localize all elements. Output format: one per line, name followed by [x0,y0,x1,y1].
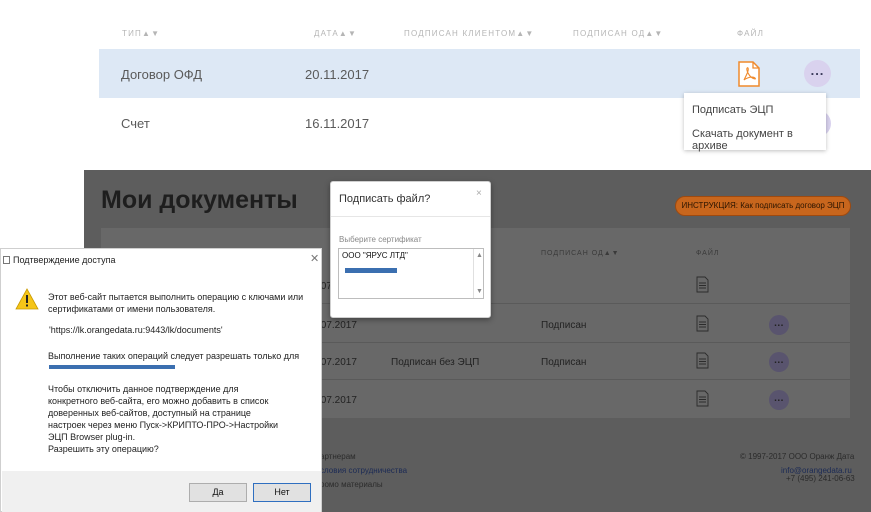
scroll-up-icon[interactable]: ▲ [476,252,483,259]
certificate-list[interactable]: ООО "ЯРУС ЛТД" ▲ ▼ [338,248,484,299]
row-signed-od: Подписан [541,320,587,331]
header-file: ФАЙЛ [696,250,720,257]
more-actions-button[interactable]: ... [804,60,831,87]
header-signed-od[interactable]: ПОДПИСАН ОД▲▼ [573,29,664,38]
row-type: Счет [121,116,150,131]
footer-copyright: © 1997-2017 ООО Оранж Дата [740,452,855,461]
close-icon[interactable]: × [476,188,482,199]
dialog-message: Этот веб-сайт пытается выполнить операци… [48,292,304,314]
dialog-title: Подтверждение доступа [13,255,116,265]
footer-terms-link[interactable]: словия сотрудничества [320,466,407,475]
certificate-label: Выберите сертификат [339,235,422,244]
dialog-question: Разрешить эту операцию? [48,444,159,454]
header-date[interactable]: ДАТА▲▼ [314,29,357,38]
header-signed-od[interactable]: ПОДПИСАН ОД▲▼ [541,250,620,257]
scroll-down-icon[interactable]: ▼ [476,288,483,295]
page-title: Мои документы [101,186,298,214]
dialog-title: Подписать файл? [339,193,431,205]
header-signed-client[interactable]: ПОДПИСАН КЛИЕНТОМ▲▼ [404,29,534,38]
footer-promo[interactable]: ромо материалы [320,480,383,489]
row-date: 16.11.2017 [305,116,370,131]
header-type[interactable]: ТИП▲▼ [122,29,160,38]
row-date: .07.2017 [318,395,357,406]
header-file: ФАЙЛ [737,29,765,38]
document-icon[interactable] [696,390,709,407]
menu-item-sign[interactable]: Подписать ЭЦП [692,104,773,116]
more-actions-button[interactable]: ... [769,352,789,372]
more-actions-button[interactable]: ... [769,315,789,335]
selected-highlight [345,268,397,273]
warning-icon [15,288,39,310]
actions-menu: Подписать ЭЦП Скачать документ в архиве [684,93,826,152]
instruction-button[interactable]: ИНСТРУКЦИЯ: Как подписать договор ЭЦП [675,196,851,216]
footer-partners[interactable]: артнерам [320,452,356,461]
dialog-header: Подписать файл? × [331,182,490,217]
no-button[interactable]: Нет [253,483,311,502]
site-url: 'https://lk.orangedata.ru:9443/lk/docume… [49,325,223,335]
dialog-message: Выполнение таких операций следует разреш… [48,351,300,361]
more-label: ... [810,63,825,78]
menu-item-download[interactable]: Скачать документ в архиве [692,128,826,152]
document-icon[interactable] [696,315,709,332]
documents-table-top: ТИП▲▼ ДАТА▲▼ ПОДПИСАН КЛИЕНТОМ▲▼ ПОДПИСА… [0,0,871,152]
document-icon[interactable] [696,276,709,293]
list-scrollbar[interactable]: ▲ ▼ [473,249,484,298]
row-date: 20.11.2017 [305,67,370,82]
access-confirmation-dialog: Подтверждение доступа ✕ Этот веб-сайт пы… [0,248,322,512]
redaction-bar [49,365,175,369]
row-signed-client: Подписан без ЭЦП [391,357,480,368]
certificate-option[interactable]: ООО "ЯРУС ЛТД" [342,251,408,260]
yes-button[interactable]: Да [189,483,247,502]
row-date: .07.2017 [318,320,357,331]
row-type: Договор ОФД [121,67,203,82]
pdf-file-icon[interactable] [738,61,760,87]
window-icon [3,256,10,264]
dialog-message: Чтобы отключить данное подтверждение для… [48,384,279,442]
row-signed-od: Подписан [541,357,587,368]
sign-file-dialog: Подписать файл? × Выберите сертификат ОО… [330,181,491,318]
row-date: .07.2017 [318,357,357,368]
row-divider [318,342,850,343]
row-divider [318,379,850,380]
footer-phone: +7 (495) 241-06-63 [786,474,855,483]
close-icon[interactable]: ✕ [310,252,319,265]
document-icon[interactable] [696,352,709,369]
more-actions-button[interactable]: ... [769,390,789,410]
